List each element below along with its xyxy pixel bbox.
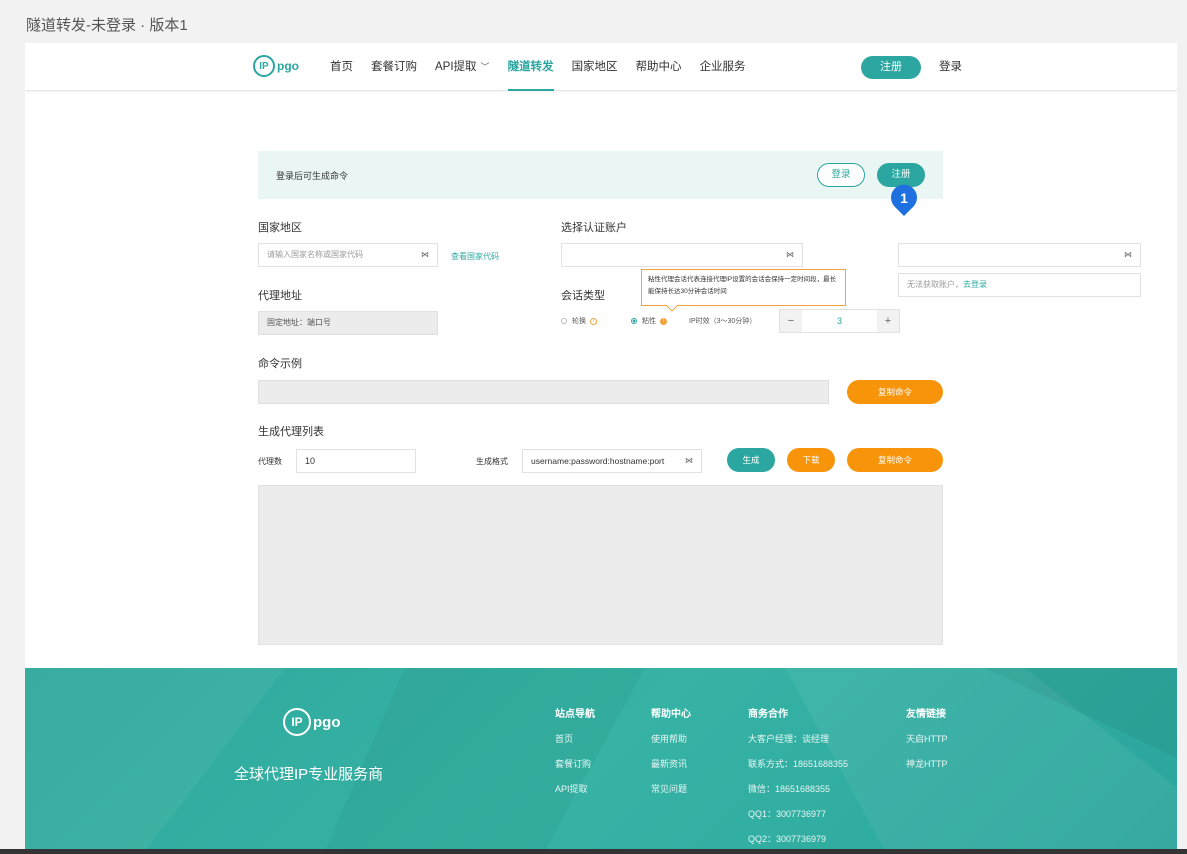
sticky-session-tooltip: 粘性代理会话代表连接代理IP设置的会话会保持一定时间段，最长能保持长达30分钟会…	[641, 269, 846, 306]
go-login-link[interactable]: 去登录	[963, 280, 987, 289]
auth-account-select[interactable]: ⋈	[561, 243, 803, 267]
footer-logo-icon: IP	[283, 708, 311, 736]
footer-link[interactable]: 套餐订购	[555, 757, 595, 770]
footer-contact: QQ1：3007736977	[748, 809, 827, 819]
marker-number: 1	[900, 190, 908, 206]
command-example-label: 命令示例	[258, 358, 302, 370]
login-banner: 登录后可生成命令 登录 注册	[258, 151, 943, 199]
banner-text: 登录后可生成命令	[276, 171, 349, 181]
dropdown-icon: ⋈	[421, 250, 429, 259]
footer-slogan: 全球代理IP专业服务商	[234, 766, 384, 783]
ip-duration-label: IP时效（3～30分钟）	[689, 318, 757, 325]
proxy-address-label: 代理地址	[258, 290, 302, 302]
page-frame: IP pgo 首页 套餐订购 API提取 ﹀ 隧道转发 国家地区 帮助中心 企业服…	[25, 43, 1177, 851]
generate-format-select[interactable]: username:password:hostname:port ⋈	[522, 449, 702, 473]
country-label: 国家地区	[258, 222, 302, 234]
proxy-list-output[interactable]	[258, 485, 943, 645]
plus-button[interactable]: +	[877, 310, 899, 332]
footer-col-help: 帮助中心 使用帮助 最新资讯 常见问题	[651, 705, 691, 807]
proxy-address-field: 固定地址：端口号	[258, 311, 438, 335]
auth-account-select-2[interactable]: ⋈	[898, 243, 1141, 267]
footer-link[interactable]: 首页	[555, 732, 595, 745]
generate-format-label: 生成格式	[476, 457, 508, 466]
footer-link[interactable]: API提取	[555, 782, 595, 795]
footer-contact: 微信：18651688355	[748, 784, 831, 794]
main-nav: 首页 套餐订购 API提取 ﹀ 隧道转发 国家地区 帮助中心 企业服务	[330, 43, 764, 91]
footer-link[interactable]: 最新资讯	[651, 757, 691, 770]
nav-help[interactable]: 帮助中心	[636, 43, 682, 91]
info-icon[interactable]: !	[660, 317, 667, 325]
footer-background-pattern	[25, 668, 1177, 851]
footer: IP pgo 全球代理IP专业服务商 站点导航 首页 套餐订购 API提取 帮助…	[25, 668, 1177, 851]
footer-contact: 大客户经理：谈经理	[748, 734, 830, 744]
country-input[interactable]: 请输入国家名称或国家代码 ⋈	[258, 243, 438, 267]
nav-tunnel[interactable]: 隧道转发	[507, 43, 554, 91]
footer-col-links: 友情链接 天启HTTP 神龙HTTP	[906, 705, 948, 782]
dropdown-icon: ⋈	[786, 250, 794, 259]
nav-enterprise[interactable]: 企业服务	[700, 43, 746, 91]
logo[interactable]: IP pgo	[253, 55, 299, 77]
banner-login-button[interactable]: 登录	[817, 163, 865, 187]
nav-packages[interactable]: 套餐订购	[371, 43, 417, 91]
nav-home[interactable]: 首页	[330, 43, 353, 91]
footer-link[interactable]: 天启HTTP	[906, 732, 948, 745]
bottom-bar	[0, 849, 1187, 854]
rotate-label: 轮换	[572, 318, 586, 325]
footer-col-title: 商务合作	[748, 709, 788, 720]
no-account-box: 无法获取账户，去登录	[898, 273, 1141, 297]
copy-command-button[interactable]: 复制命令	[847, 380, 943, 404]
download-button[interactable]: 下载	[787, 448, 835, 472]
footer-logo-text: pgo	[313, 713, 341, 731]
copy-command-button-2[interactable]: 复制命令	[847, 448, 943, 472]
footer-col-title: 友情链接	[906, 709, 946, 720]
logo-text: pgo	[277, 59, 299, 73]
nav-api-label: API提取	[435, 61, 477, 73]
session-type-options: 轮换 ! 粘性 ! IP时效（3～30分钟）	[561, 316, 756, 326]
country-placeholder: 请输入国家名称或国家代码	[267, 250, 363, 259]
session-type-label: 会话类型	[561, 290, 605, 302]
register-button[interactable]: 注册	[861, 56, 921, 79]
footer-link[interactable]: 神龙HTTP	[906, 757, 948, 770]
page-title: 隧道转发-未登录 · 版本1	[26, 17, 188, 34]
logo-icon: IP	[253, 55, 275, 77]
footer-logo[interactable]: IP pgo	[283, 708, 341, 736]
nav-countries[interactable]: 国家地区	[572, 43, 618, 91]
dropdown-icon: ⋈	[1124, 250, 1132, 259]
ip-duration-value[interactable]: 3	[802, 310, 877, 332]
login-link[interactable]: 登录	[939, 56, 962, 79]
radio-rotate[interactable]	[561, 318, 567, 324]
footer-contact: 联系方式：18651688355	[748, 759, 849, 769]
minus-button[interactable]: −	[780, 310, 802, 332]
footer-link[interactable]: 使用帮助	[651, 732, 691, 745]
generate-format-value: username:password:hostname:port	[531, 456, 665, 466]
top-header: IP pgo 首页 套餐订购 API提取 ﹀ 隧道转发 国家地区 帮助中心 企业服…	[25, 43, 1177, 91]
dropdown-icon: ⋈	[685, 456, 693, 465]
footer-contact: QQ2：3007736979	[748, 834, 827, 844]
nav-api[interactable]: API提取 ﹀	[435, 43, 490, 91]
footer-col-site-nav: 站点导航 首页 套餐订购 API提取	[555, 705, 595, 807]
command-example-field	[258, 380, 829, 404]
view-country-codes-link[interactable]: 查看国家代码	[451, 251, 499, 262]
generate-list-label: 生成代理列表	[258, 426, 324, 438]
chevron-down-icon: ﹀	[480, 62, 490, 72]
info-icon[interactable]: !	[590, 317, 597, 325]
annotation-marker: 1	[891, 184, 917, 216]
footer-link[interactable]: 常见问题	[651, 782, 691, 795]
auth-account-label: 选择认证账户	[561, 222, 627, 234]
sticky-label: 粘性	[642, 318, 656, 325]
generate-button[interactable]: 生成	[727, 448, 775, 472]
radio-sticky[interactable]	[631, 318, 637, 324]
proxy-count-label: 代理数	[258, 457, 282, 466]
footer-col-business: 商务合作 大客户经理：谈经理 联系方式：18651688355 微信：18651…	[748, 705, 848, 851]
footer-col-title: 帮助中心	[651, 709, 691, 720]
ip-duration-stepper: − 3 +	[779, 309, 900, 333]
footer-col-title: 站点导航	[555, 709, 595, 720]
proxy-count-input[interactable]: 10	[296, 449, 416, 473]
no-account-text: 无法获取账户，	[907, 280, 963, 289]
